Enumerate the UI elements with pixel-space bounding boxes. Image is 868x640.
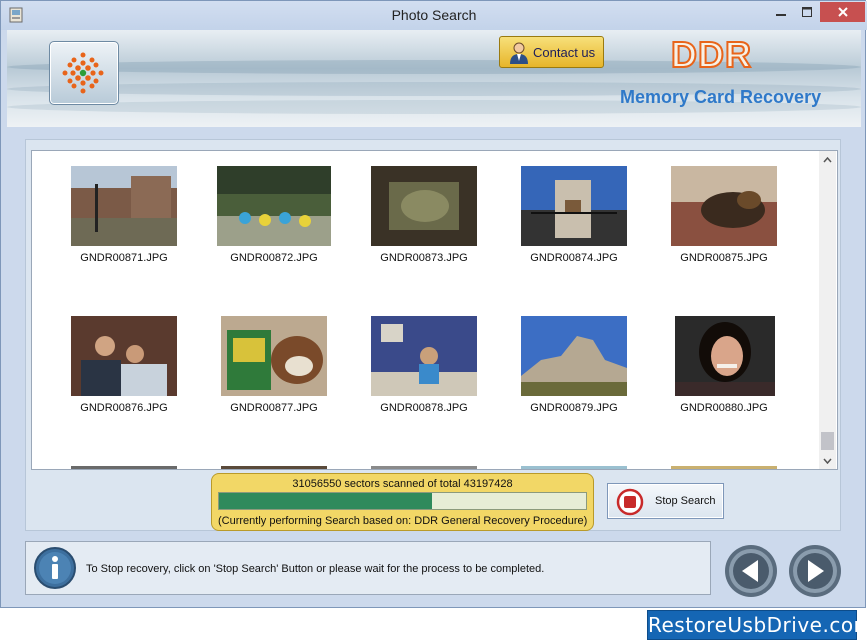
maximize-button[interactable] — [794, 2, 820, 22]
close-button[interactable] — [820, 2, 865, 22]
photo-thumbnail[interactable] — [521, 316, 627, 396]
file-name: GNDR00880.JPG — [680, 402, 768, 414]
scroll-down-button[interactable] — [819, 452, 836, 469]
back-arrow-icon — [725, 545, 777, 597]
file-name: GNDR00875.JPG — [680, 252, 768, 264]
photo-thumbnail[interactable] — [675, 316, 775, 396]
progress-panel: 31056550 sectors scanned of total 431974… — [211, 473, 594, 531]
back-button[interactable] — [724, 544, 778, 598]
photo-thumbnail-partial[interactable] — [71, 466, 177, 469]
close-icon — [837, 7, 848, 17]
scroll-thumb[interactable] — [821, 432, 834, 450]
chevron-down-icon — [823, 458, 832, 464]
photo-thumbnail[interactable] — [671, 166, 777, 246]
photo-thumbnail-partial[interactable] — [671, 466, 777, 469]
file-name: GNDR00874.JPG — [530, 252, 618, 264]
next-arrow-icon — [789, 545, 841, 597]
photo-thumbnail-partial[interactable] — [221, 466, 327, 469]
contact-us-button[interactable]: Contact us — [499, 36, 604, 68]
header-banner: Contact us DDR Memory Card Recovery — [7, 30, 861, 127]
contact-us-label: Contact us — [533, 45, 596, 60]
photo-thumbnail[interactable] — [217, 166, 331, 246]
product-subtitle: Memory Card Recovery — [620, 87, 822, 107]
logo-button[interactable] — [49, 41, 119, 105]
photo-thumbnail[interactable] — [221, 316, 327, 396]
minimize-icon — [776, 14, 786, 16]
progress-bar — [218, 492, 587, 510]
ddr-logo-icon — [62, 52, 104, 94]
photo-thumbnail[interactable] — [71, 316, 177, 396]
title-bar[interactable]: Photo Search — [1, 1, 867, 30]
photo-thumbnail[interactable] — [521, 166, 627, 246]
photo-thumbnail[interactable] — [371, 316, 477, 396]
stop-icon — [616, 488, 644, 516]
status-message: To Stop recovery, click on 'Stop Search'… — [86, 563, 545, 575]
info-icon — [34, 547, 76, 589]
status-bar: To Stop recovery, click on 'Stop Search'… — [25, 541, 711, 595]
next-button[interactable] — [788, 544, 842, 598]
photo-thumbnail[interactable] — [371, 166, 477, 246]
file-name: GNDR00873.JPG — [380, 252, 468, 264]
maximize-icon — [802, 7, 812, 17]
photo-grid[interactable]: GNDR00871.JPG GNDR00872.JPG GNDR00873.JP… — [31, 150, 838, 470]
stop-search-label: Stop Search — [655, 495, 716, 507]
app-window: Photo Search Contact us DDR Memory Card … — [0, 0, 867, 608]
progress-status: 31056550 sectors scanned of total 431974… — [292, 478, 513, 490]
file-name: GNDR00876.JPG — [80, 402, 168, 414]
window-title: Photo Search — [391, 7, 477, 23]
file-name: GNDR00879.JPG — [530, 402, 618, 414]
file-name: GNDR00872.JPG — [230, 252, 318, 264]
file-name: GNDR00871.JPG — [80, 252, 168, 264]
minimize-button[interactable] — [768, 2, 794, 22]
watermark-text: RestoreUsbDrive.com — [648, 613, 868, 637]
site-watermark: RestoreUsbDrive.com — [647, 610, 868, 640]
progress-bar-fill — [219, 493, 432, 509]
stop-search-button[interactable]: Stop Search — [607, 483, 724, 519]
user-icon — [510, 42, 528, 64]
chevron-up-icon — [823, 156, 832, 162]
progress-note: (Currently performing Search based on: D… — [218, 515, 588, 527]
brand-logo: DDR — [670, 33, 752, 76]
grid-scrollbar[interactable] — [819, 151, 836, 469]
scroll-up-button[interactable] — [819, 151, 836, 168]
photo-thumbnail-partial[interactable] — [521, 466, 627, 469]
file-name: GNDR00878.JPG — [380, 402, 468, 414]
photo-thumbnail[interactable] — [71, 166, 177, 246]
file-name: GNDR00877.JPG — [230, 402, 318, 414]
photo-thumbnail-partial[interactable] — [371, 466, 477, 469]
